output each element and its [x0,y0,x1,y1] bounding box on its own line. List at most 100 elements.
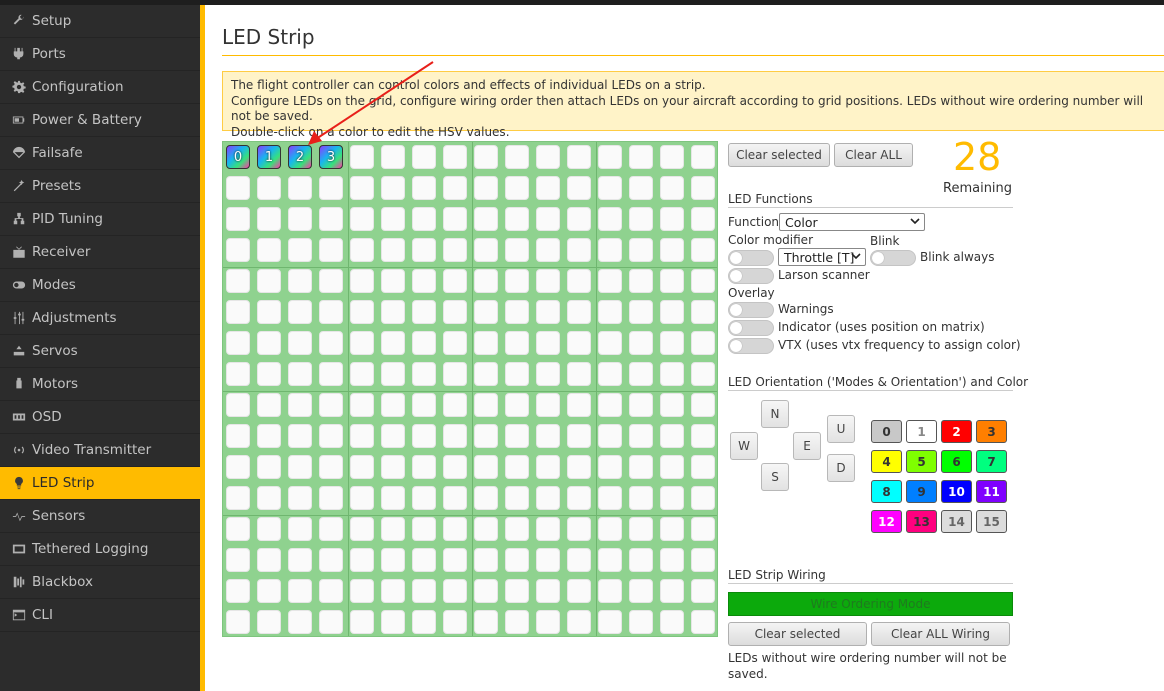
led-cell[interactable] [288,424,312,448]
led-cell[interactable] [629,300,653,324]
led-cell[interactable] [691,362,715,386]
color-swatch-7[interactable]: 7 [976,450,1007,473]
led-cell[interactable] [598,424,622,448]
led-cell[interactable] [567,269,591,293]
led-cell[interactable] [226,362,250,386]
led-cell[interactable] [257,331,281,355]
led-cell[interactable] [443,393,467,417]
led-cell[interactable] [567,455,591,479]
led-cell[interactable] [536,269,560,293]
led-cell[interactable] [319,176,343,200]
led-cell[interactable] [567,300,591,324]
led-cell[interactable] [319,455,343,479]
led-cell[interactable] [629,517,653,541]
led-cell[interactable] [691,424,715,448]
led-cell[interactable] [567,393,591,417]
led-cell[interactable] [536,517,560,541]
color-swatch-11[interactable]: 11 [976,480,1007,503]
led-cell[interactable] [567,145,591,169]
led-cell[interactable] [536,207,560,231]
led-cell[interactable] [257,176,281,200]
led-cell[interactable] [226,517,250,541]
led-cell[interactable] [629,362,653,386]
led-cell[interactable] [474,145,498,169]
led-cell[interactable] [443,455,467,479]
led-cell[interactable] [536,424,560,448]
clear-all-button[interactable]: Clear ALL [834,143,913,167]
sidebar-item-adjustments[interactable]: Adjustments [0,302,200,335]
led-cell[interactable] [505,579,529,603]
led-cell[interactable] [226,331,250,355]
led-cell[interactable] [257,269,281,293]
led-cell[interactable] [691,300,715,324]
led-cell[interactable] [350,579,374,603]
led-cell[interactable] [319,517,343,541]
led-cell[interactable] [567,579,591,603]
led-cell[interactable] [598,300,622,324]
led-cell[interactable] [412,331,436,355]
led-cell[interactable] [629,579,653,603]
wire-ordering-mode-button[interactable]: Wire Ordering Mode [728,592,1013,616]
led-cell[interactable] [505,145,529,169]
led-cell[interactable] [443,207,467,231]
led-cell-wired[interactable]: 3 [319,145,343,169]
led-cell[interactable] [505,455,529,479]
led-cell[interactable] [350,362,374,386]
direction-south-button[interactable]: S [761,463,789,491]
direction-north-button[interactable]: N [761,400,789,428]
sidebar-item-receiver[interactable]: Receiver [0,236,200,269]
led-cell[interactable] [381,207,405,231]
led-cell[interactable] [505,424,529,448]
led-cell[interactable] [660,362,684,386]
sidebar-item-ports[interactable]: Ports [0,38,200,71]
led-cell[interactable] [288,517,312,541]
color-swatch-1[interactable]: 1 [906,420,937,443]
led-cell[interactable] [660,393,684,417]
led-cell[interactable] [629,486,653,510]
led-cell[interactable] [226,269,250,293]
clear-all-wiring-button[interactable]: Clear ALL Wiring [871,622,1010,646]
led-cell[interactable] [381,455,405,479]
led-cell[interactable] [319,424,343,448]
vtx-toggle[interactable] [728,338,774,354]
led-cell[interactable] [691,269,715,293]
larson-scanner-toggle[interactable] [728,268,774,284]
led-cell[interactable] [629,331,653,355]
led-cell[interactable] [567,517,591,541]
led-cell[interactable] [660,207,684,231]
led-cell[interactable] [474,579,498,603]
led-cell[interactable] [226,300,250,324]
led-cell[interactable] [381,393,405,417]
led-cell[interactable] [474,207,498,231]
led-cell[interactable] [288,610,312,634]
led-cell[interactable] [629,269,653,293]
led-cell[interactable] [319,238,343,262]
color-modifier-toggle[interactable] [728,250,774,266]
led-cell[interactable] [443,610,467,634]
led-cell[interactable] [257,455,281,479]
led-cell[interactable] [536,331,560,355]
led-cell[interactable] [288,455,312,479]
sidebar-item-tethered-logging[interactable]: Tethered Logging [0,533,200,566]
led-cell[interactable] [350,300,374,324]
sidebar-item-servos[interactable]: Servos [0,335,200,368]
wiring-clear-selected-button[interactable]: Clear selected [728,622,867,646]
led-cell[interactable] [536,455,560,479]
led-cell[interactable] [288,362,312,386]
led-cell[interactable] [505,207,529,231]
led-cell[interactable] [350,176,374,200]
color-swatch-15[interactable]: 15 [976,510,1007,533]
led-cell[interactable] [412,176,436,200]
led-cell[interactable] [474,300,498,324]
led-cell[interactable] [226,486,250,510]
led-grid[interactable]: 0123 [222,141,718,637]
led-cell[interactable] [598,486,622,510]
led-cell[interactable] [536,362,560,386]
led-cell[interactable] [443,579,467,603]
led-cell[interactable] [567,610,591,634]
led-cell[interactable] [598,579,622,603]
led-cell[interactable] [350,610,374,634]
led-cell[interactable] [257,610,281,634]
led-cell[interactable] [505,238,529,262]
led-cell[interactable] [257,424,281,448]
